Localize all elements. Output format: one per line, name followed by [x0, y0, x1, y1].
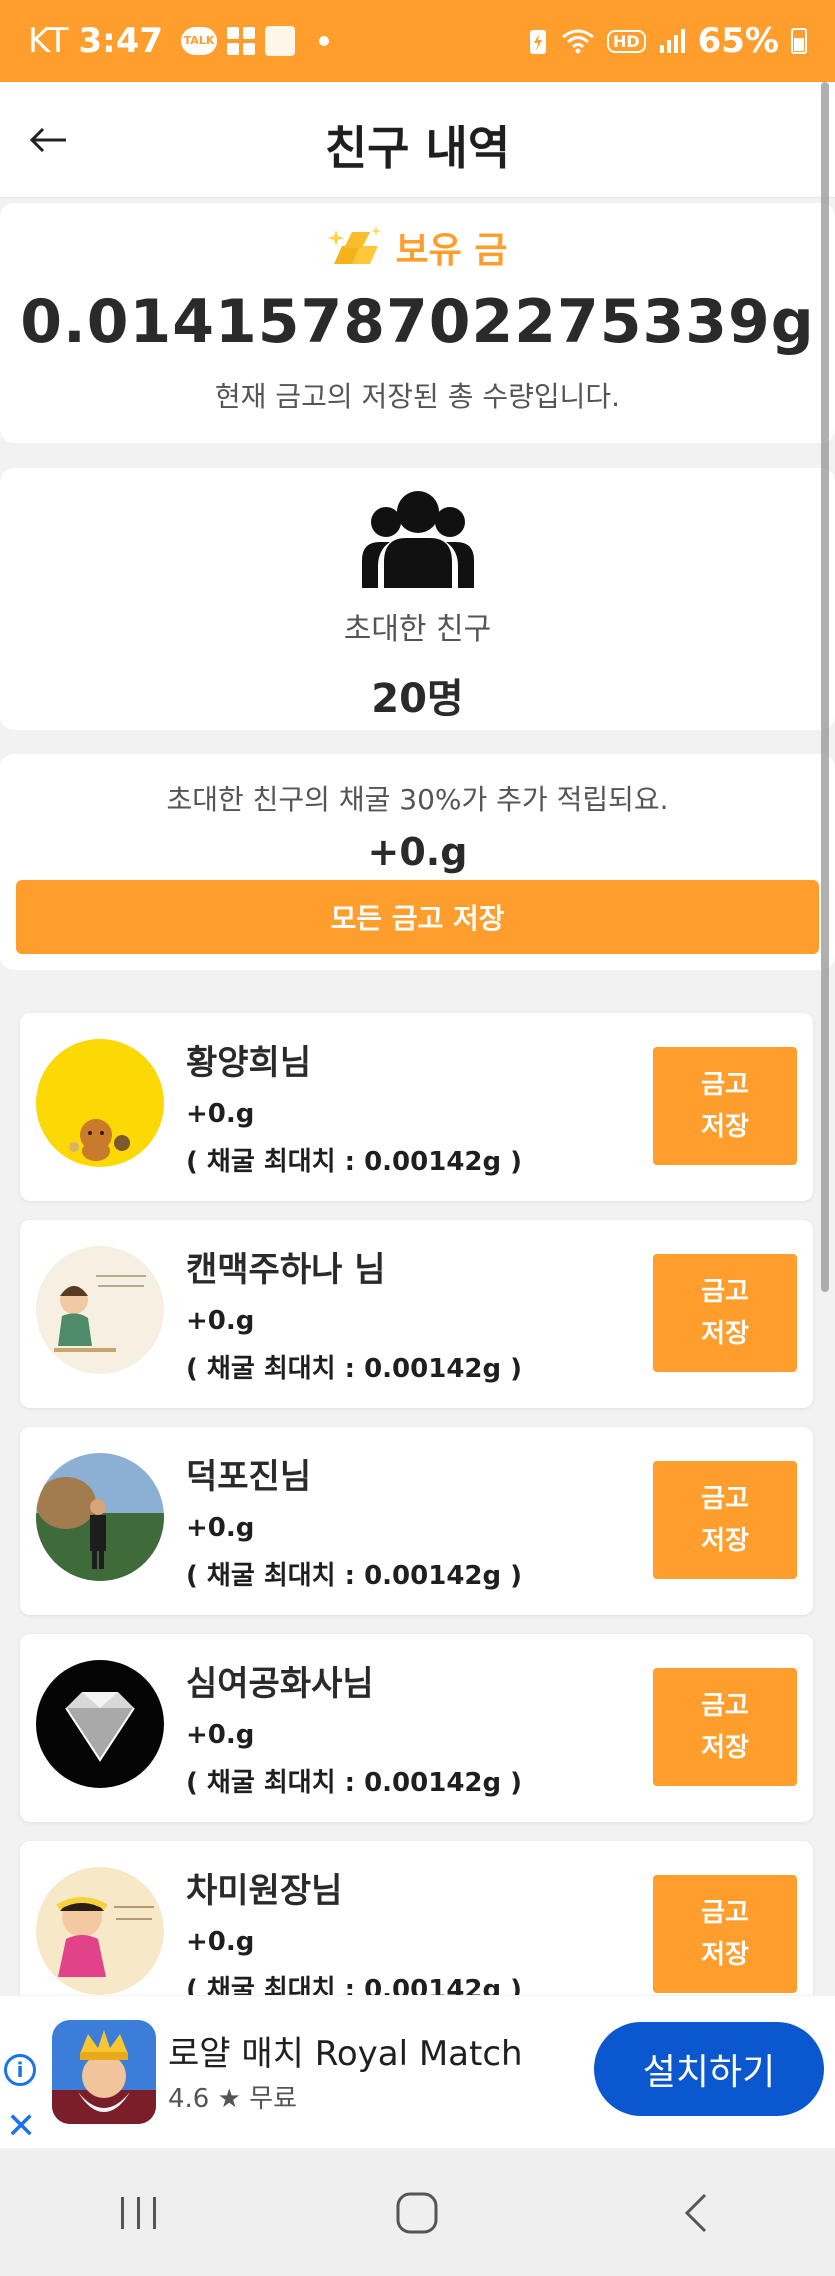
save-vault-label: 금고 저장 — [701, 1484, 749, 1556]
friend-name: 차미원장님 — [186, 1871, 343, 1911]
save-vault-button[interactable]: 금고 저장 — [653, 1875, 797, 1993]
friend-card: 차미원장님 +0.g ( 채굴 최대치 : 0.00142g ) 금고 저장 — [20, 1841, 813, 1995]
scrollbar[interactable] — [821, 82, 829, 1292]
save-vault-label: 금고 저장 — [701, 1898, 749, 1970]
friend-amount: +0.g — [186, 1927, 255, 1957]
friend-avatar — [36, 1246, 164, 1374]
friend-avatar — [36, 1039, 164, 1167]
friend-max-mining: ( 채굴 최대치 : 0.00142g ) — [186, 1147, 523, 1177]
save-vault-button[interactable]: 금고 저장 — [653, 1461, 797, 1579]
status-bar: KT 3:47 TALK HD 65% — [0, 0, 835, 82]
save-vault-button[interactable]: 금고 저장 — [653, 1047, 797, 1165]
signal-icon — [659, 29, 685, 53]
friend-amount: +0.g — [186, 1099, 255, 1129]
system-navigation-bar — [0, 2150, 835, 2276]
people-group-icon — [361, 491, 474, 588]
clock: 3:47 — [78, 21, 164, 61]
ad-install-button[interactable]: 설치하기 — [594, 2022, 824, 2116]
save-vault-label: 금고 저장 — [701, 1691, 749, 1763]
battery-icon — [791, 28, 807, 54]
recent-apps-button[interactable] — [79, 2173, 199, 2253]
bonus-card: 초대한 친구의 채굴 30%가 추가 적립되요. +0.g 모든 금고 저장 — [0, 754, 835, 970]
app-header: 친구 내역 — [0, 82, 835, 198]
ad-app-name: 로얄 매치 Royal Match — [168, 2034, 523, 2074]
friend-card: 캔맥주하나 님 +0.g ( 채굴 최대치 : 0.00142g ) 금고 저장 — [20, 1220, 813, 1408]
balance-card: 보유 금 0.0141578702275339g 현재 금고의 저장된 총 수량… — [0, 203, 835, 443]
bonus-description: 초대한 친구의 채굴 30%가 추가 적립되요. — [166, 783, 669, 816]
wifi-icon — [562, 29, 594, 54]
friend-card: 황양희님 +0.g ( 채굴 최대치 : 0.00142g ) 금고 저장 — [20, 1013, 813, 1201]
invited-friends-count: 20명 — [371, 676, 464, 722]
gold-bar-icon — [327, 226, 381, 264]
friend-name: 황양희님 — [186, 1043, 312, 1083]
save-vault-button[interactable]: 금고 저장 — [653, 1254, 797, 1372]
friend-name: 캔맥주하나 님 — [186, 1250, 386, 1290]
battery-saver-icon — [529, 30, 546, 54]
friend-card: 덕포진님 +0.g ( 채굴 최대치 : 0.00142g ) 금고 저장 — [20, 1427, 813, 1615]
bonus-amount: +0.g — [367, 830, 468, 874]
friend-name: 심여공화사님 — [186, 1664, 374, 1704]
balance-label: 보유 금 — [395, 230, 508, 271]
friend-max-mining: ( 채굴 최대치 : 0.00142g ) — [186, 1975, 523, 1995]
royal-match-app-icon — [52, 2020, 156, 2124]
invited-friends-card: 초대한 친구 20명 — [0, 468, 835, 730]
save-vault-label: 금고 저장 — [701, 1277, 749, 1349]
back-nav-button[interactable] — [636, 2173, 756, 2253]
invited-friends-label: 초대한 친구 — [343, 612, 492, 647]
friend-avatar — [36, 1453, 164, 1581]
balance-description: 현재 금고의 저장된 총 수량입니다. — [214, 380, 621, 413]
balance-label-row: 보유 금 — [0, 221, 835, 273]
save-vault-label: 금고 저장 — [701, 1070, 749, 1142]
friend-amount: +0.g — [186, 1720, 255, 1750]
carrier-label: KT — [28, 21, 69, 61]
save-vault-button[interactable]: 금고 저장 — [653, 1668, 797, 1786]
save-all-vaults-button[interactable]: 모든 금고 저장 — [16, 880, 819, 954]
back-chevron-icon — [684, 2193, 706, 2233]
friend-list: 황양희님 +0.g ( 채굴 최대치 : 0.00142g ) 금고 저장 캔맥… — [0, 995, 835, 1995]
friend-amount: +0.g — [186, 1513, 255, 1543]
kakaotalk-icon: TALK — [181, 27, 218, 55]
friend-max-mining: ( 채굴 최대치 : 0.00142g ) — [186, 1354, 523, 1384]
more-notifications-dot-icon — [319, 36, 330, 46]
friend-max-mining: ( 채굴 최대치 : 0.00142g ) — [186, 1561, 523, 1591]
home-icon — [396, 2192, 438, 2234]
friend-max-mining: ( 채굴 최대치 : 0.00142g ) — [186, 1768, 523, 1798]
friend-card: 심여공화사님 +0.g ( 채굴 최대치 : 0.00142g ) 금고 저장 — [20, 1634, 813, 1822]
notification-app-icon — [265, 26, 296, 56]
apps-grid-icon — [227, 27, 256, 55]
battery-percentage: 65% — [697, 21, 779, 61]
ad-banner[interactable]: i ✕ 로얄 매치 Royal Match 4.6 ★ 무료 설치하기 — [0, 1996, 835, 2148]
ad-close-icon[interactable]: ✕ — [6, 2106, 36, 2147]
ad-rating: 4.6 ★ 무료 — [168, 2084, 298, 2114]
balance-amount: 0.0141578702275339g — [20, 287, 815, 357]
friend-avatar — [36, 1660, 164, 1788]
ad-info-icon[interactable]: i — [4, 2054, 36, 2086]
home-button[interactable] — [357, 2173, 477, 2253]
recent-apps-icon — [121, 2197, 157, 2229]
friend-name: 덕포진님 — [186, 1457, 312, 1497]
friend-avatar — [36, 1867, 164, 1995]
page-title: 친구 내역 — [324, 121, 511, 175]
friend-amount: +0.g — [186, 1306, 255, 1336]
status-indicators: HD 65% — [527, 21, 807, 61]
hd-voice-icon: HD — [606, 29, 646, 53]
friends-history-screen: KT 3:47 TALK HD 65% 친구 내역 보유 금 0.0141578… — [0, 0, 835, 2276]
